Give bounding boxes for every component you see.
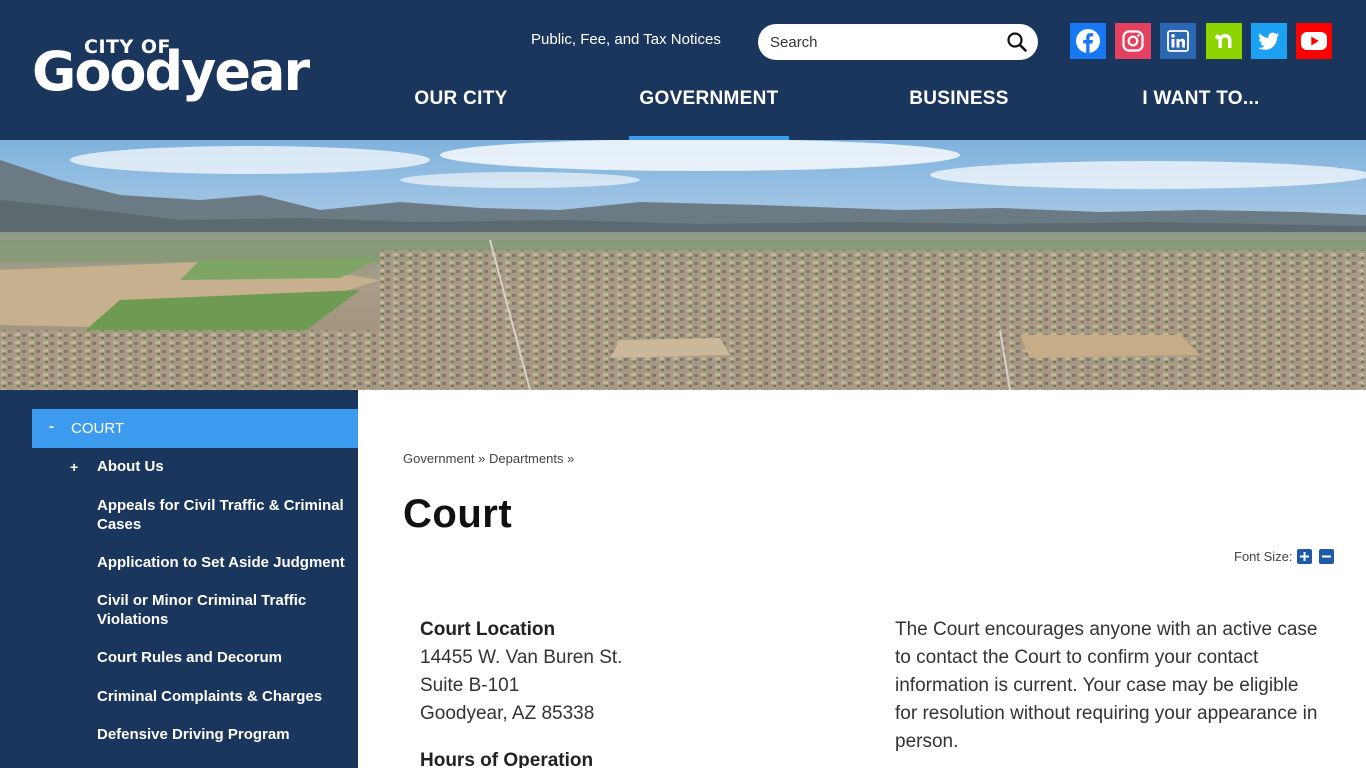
twitter-icon[interactable] <box>1251 23 1287 59</box>
nav-i-want-to[interactable]: I WANT TO... <box>1116 82 1286 140</box>
linkedin-icon[interactable] <box>1160 23 1196 59</box>
sidebar-section-court[interactable]: - COURT <box>32 409 358 448</box>
font-size-label: Font Size: <box>1234 549 1293 564</box>
sidebar-item-criminal-complaints[interactable]: Criminal Complaints & Charges <box>97 687 352 706</box>
address-line: Goodyear, AZ 85338 <box>420 703 595 724</box>
breadcrumb-separator: » <box>567 451 575 466</box>
notices-link[interactable]: Public, Fee, and Tax Notices <box>531 31 721 48</box>
breadcrumb-separator: » <box>478 451 486 466</box>
facebook-icon[interactable] <box>1070 23 1106 59</box>
sidebar-item-defensive-driving[interactable]: Defensive Driving Program <box>97 725 352 744</box>
court-notice-paragraph: The Court encourages anyone with an acti… <box>895 619 1318 752</box>
breadcrumb-government[interactable]: Government <box>403 451 475 466</box>
sidebar-item-appeals[interactable]: Appeals for Civil Traffic & Criminal Cas… <box>97 496 352 534</box>
nav-our-city[interactable]: OUR CITY <box>392 82 530 140</box>
sidebar-item-about-us[interactable]: About Us <box>97 457 352 476</box>
hours-heading: Hours of Operation <box>420 750 594 768</box>
sidebar-item-court-rules[interactable]: Court Rules and Decorum <box>97 648 352 667</box>
collapse-icon[interactable]: - <box>49 418 54 435</box>
sidebar-item-set-aside-judgment[interactable]: Application to Set Aside Judgment <box>97 553 352 572</box>
site-header: CITY OF Goodyear Public, Fee, and Tax No… <box>0 0 1366 140</box>
expand-icon[interactable]: + <box>70 459 78 475</box>
font-increase-icon[interactable] <box>1297 549 1312 564</box>
address-line: 14455 W. Van Buren St. <box>420 647 623 668</box>
instagram-icon[interactable] <box>1115 23 1151 59</box>
search-icon[interactable] <box>1006 31 1028 53</box>
sidebar-item-traffic-violations[interactable]: Civil or Minor Criminal Traffic Violatio… <box>97 591 352 629</box>
court-location-heading: Court Location <box>420 619 556 640</box>
aerial-city-banner <box>0 140 1366 390</box>
youtube-icon[interactable] <box>1296 23 1332 59</box>
font-decrease-icon[interactable] <box>1319 549 1334 564</box>
page-title: Court <box>403 492 513 536</box>
nextdoor-icon[interactable] <box>1206 23 1242 59</box>
logo-goodyear: Goodyear <box>32 40 310 103</box>
nav-business[interactable]: BUSINESS <box>888 82 1030 140</box>
sidebar-section-label: COURT <box>71 420 125 437</box>
breadcrumb-departments[interactable]: Departments <box>489 451 563 466</box>
city-logo[interactable]: CITY OF Goodyear <box>32 36 312 106</box>
nav-government[interactable]: GOVERNMENT <box>629 82 789 140</box>
address-line: Suite B-101 <box>420 675 520 696</box>
breadcrumb: Government » Departments » <box>403 451 574 466</box>
search-input[interactable] <box>770 32 990 52</box>
search-box <box>758 24 1038 60</box>
